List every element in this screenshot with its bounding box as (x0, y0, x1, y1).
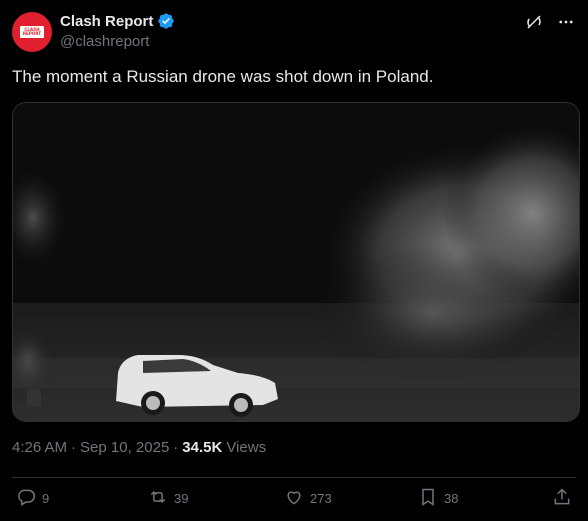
tweet-meta: 4:26 AM · Sep 10, 2025 · 34.5K Views (12, 439, 266, 456)
tweet-text: The moment a Russian drone was shot down… (12, 67, 434, 86)
share-icon (552, 487, 572, 510)
share-button[interactable] (552, 487, 572, 510)
post-time[interactable]: 4:26 AM (12, 439, 67, 456)
bookmark-count: 38 (444, 491, 459, 506)
action-bar: 9 39 273 38 (12, 487, 576, 513)
grok-icon[interactable] (524, 12, 544, 32)
bookmark-button[interactable]: 38 (418, 487, 458, 510)
header-actions (524, 12, 576, 32)
repost-count: 39 (174, 491, 189, 506)
reply-icon (16, 487, 36, 510)
tweet-header: CLASH REPORT Clash Report @clashreport (12, 10, 576, 56)
views-label: Views (226, 439, 267, 456)
bookmark-icon (418, 487, 438, 510)
video-player[interactable] (12, 102, 580, 422)
more-icon[interactable] (556, 12, 576, 32)
video-frame (13, 103, 579, 421)
name-row: Clash Report (60, 12, 175, 30)
like-count: 273 (310, 491, 332, 506)
meta-separator: · (173, 439, 179, 456)
reply-button[interactable]: 9 (16, 487, 49, 510)
divider (12, 477, 576, 478)
reply-count: 9 (42, 491, 50, 506)
like-button[interactable]: 273 (284, 487, 332, 510)
meta-separator: · (71, 439, 77, 456)
display-name[interactable]: Clash Report (60, 13, 153, 30)
avatar[interactable]: CLASH REPORT (12, 12, 52, 52)
verified-badge-icon (157, 12, 175, 30)
post-date[interactable]: Sep 10, 2025 (80, 439, 169, 456)
user-handle[interactable]: @clashreport (60, 33, 149, 50)
repost-icon (148, 487, 168, 510)
heart-icon (284, 487, 304, 510)
clash-report-logo: CLASH REPORT (20, 26, 44, 38)
views-count: 34.5K (182, 439, 223, 456)
repost-button[interactable]: 39 (148, 487, 188, 510)
